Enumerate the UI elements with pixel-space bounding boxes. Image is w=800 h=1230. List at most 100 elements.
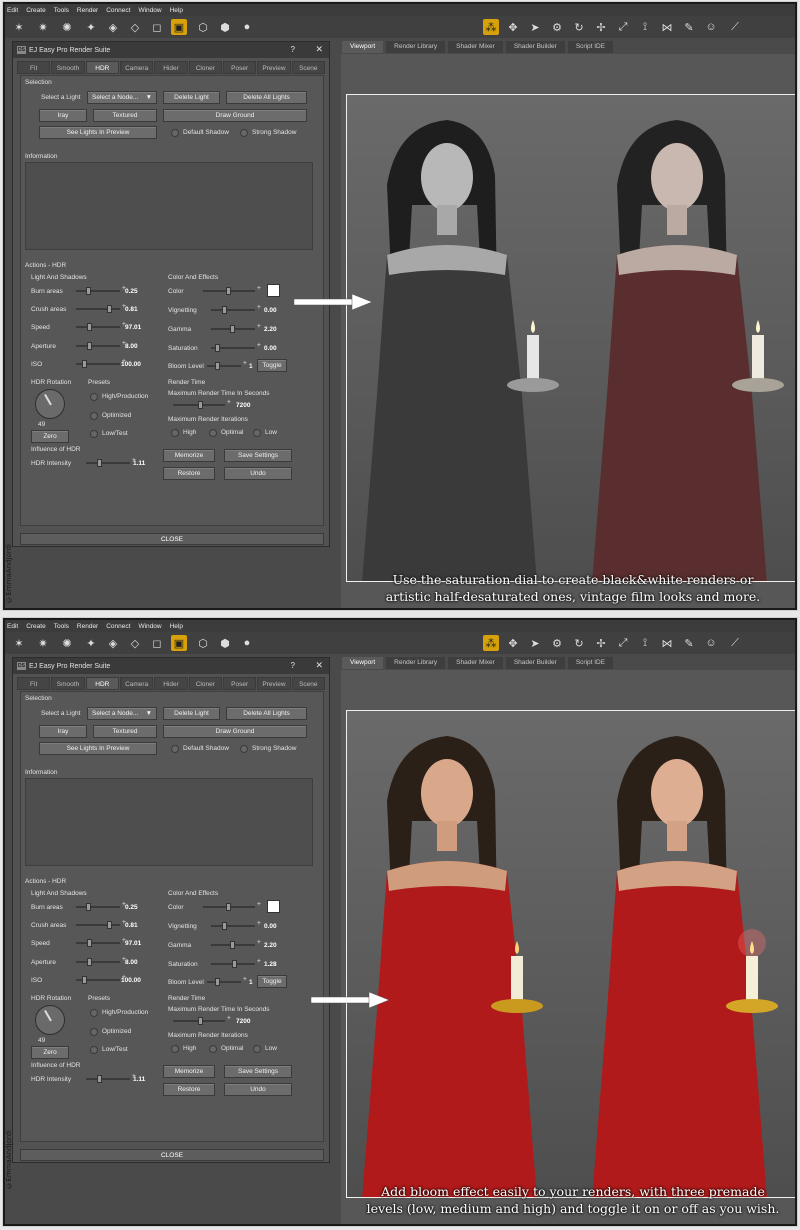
gamma-slider[interactable]: + [211, 939, 261, 949]
measure-icon[interactable]: ⟋ [727, 19, 743, 35]
tab-poser[interactable]: Poser [222, 61, 257, 74]
iray-button[interactable]: Iray [39, 725, 87, 738]
hdr-intensity-slider[interactable]: + [86, 1073, 136, 1083]
menu-tools[interactable]: Tools [54, 7, 69, 14]
viewport[interactable]: Use the saturation dial to create black&… [294, 54, 795, 608]
tab-fit[interactable]: Fit [17, 677, 51, 690]
tab-render-library[interactable]: Render Library [386, 41, 446, 53]
viewport-2[interactable]: Add bloom effect easily to your renders,… [311, 670, 795, 1224]
universal-tool-icon[interactable]: ✥ [505, 19, 521, 35]
menu-window-2[interactable]: Window [138, 623, 161, 630]
tab-viewport[interactable]: Viewport [342, 657, 384, 669]
tab-script-ide[interactable]: Script IDE [567, 41, 614, 53]
close-icon[interactable]: ✕ [315, 44, 323, 55]
hdr-rotation-dial[interactable] [35, 1005, 65, 1035]
default-shadow-radio[interactable] [171, 129, 179, 137]
figure-icon[interactable]: ☺ [703, 19, 719, 35]
cube-icon[interactable]: ◇ [127, 19, 143, 35]
translate-icon[interactable]: ✢ [593, 19, 609, 35]
morph-icon[interactable]: ✎ [681, 19, 697, 35]
speed-slider[interactable]: + [76, 937, 126, 947]
preset-optimized-radio[interactable] [90, 412, 98, 420]
see-lights-button[interactable]: See Lights In Preview [39, 126, 157, 139]
menu-tools-2[interactable]: Tools [54, 623, 69, 630]
sphere-icon[interactable]: ● [239, 635, 255, 651]
zero-button[interactable]: Zero [31, 1046, 69, 1059]
select-node-dropdown[interactable]: Select a Node... ▼ [87, 91, 157, 104]
sun-icon[interactable]: ✺ [59, 635, 75, 651]
grid-cube-icon[interactable]: ⬢ [217, 635, 233, 651]
memorize-button[interactable]: Memorize [163, 1065, 215, 1078]
color-swatch[interactable] [267, 284, 280, 297]
cube-outline-icon[interactable]: ◻ [149, 635, 165, 651]
saturation-slider[interactable]: + [211, 342, 261, 352]
ds-plugin-icon[interactable]: ▣ [171, 635, 187, 651]
figure-icon[interactable]: ☺ [703, 635, 719, 651]
tab-cloner[interactable]: Cloner [188, 677, 222, 690]
measure-icon[interactable]: ⟋ [727, 635, 743, 651]
menu-edit-2[interactable]: Edit [7, 623, 18, 630]
iter-optimal-radio[interactable] [209, 429, 217, 437]
help-icon[interactable]: ? [291, 661, 295, 670]
pointer-icon[interactable]: ➤ [527, 19, 543, 35]
sphere-icon[interactable]: ● [239, 19, 255, 35]
textured-button[interactable]: Textured [93, 725, 157, 738]
draw-ground-button[interactable]: Draw Ground [163, 725, 307, 738]
tab-hider[interactable]: Hider [154, 677, 188, 690]
menu-connect-2[interactable]: Connect [106, 623, 130, 630]
menu-help-2[interactable]: Help [170, 623, 183, 630]
menu-edit[interactable]: Edit [7, 7, 18, 14]
cube-outline-icon[interactable]: ◻ [149, 19, 165, 35]
iter-high-radio[interactable] [171, 1045, 179, 1053]
tab-scene[interactable]: Scene [291, 677, 325, 690]
strong-shadow-radio[interactable] [240, 745, 248, 753]
delete-light-button[interactable]: Delete Light [163, 91, 220, 104]
tab-shader-builder[interactable]: Shader Builder [505, 657, 565, 669]
universal-tool-icon[interactable]: ✥ [505, 635, 521, 651]
zero-button[interactable]: Zero [31, 430, 69, 443]
tab-poser[interactable]: Poser [222, 677, 257, 690]
wand-icon[interactable]: ✶ [11, 19, 27, 35]
restore-button[interactable]: Restore [163, 467, 215, 480]
iray-button[interactable]: Iray [39, 109, 87, 122]
undo-button[interactable]: Undo [224, 467, 292, 480]
strong-shadow-radio[interactable] [240, 129, 248, 137]
vignetting-slider[interactable]: + [211, 920, 261, 930]
tab-fit[interactable]: Fit [17, 61, 51, 74]
cube-light-icon[interactable]: ◈ [105, 635, 121, 651]
preset-high-radio[interactable] [90, 393, 98, 401]
hdr-intensity-slider[interactable]: + [86, 457, 136, 467]
iter-high-radio[interactable] [171, 429, 179, 437]
translate-icon[interactable]: ✢ [593, 635, 609, 651]
cube-add-icon[interactable]: ⬡ [195, 19, 211, 35]
tab-smooth[interactable]: Smooth [51, 61, 85, 74]
menu-window[interactable]: Window [138, 7, 161, 14]
aperture-slider[interactable]: + [76, 956, 126, 966]
pose-tool-icon[interactable]: ⚙ [549, 19, 565, 35]
rotate-icon[interactable]: ↻ [571, 19, 587, 35]
see-lights-button[interactable]: See Lights In Preview [39, 742, 157, 755]
gamma-slider[interactable]: + [211, 323, 261, 333]
grid-cube-icon[interactable]: ⬢ [217, 19, 233, 35]
bloom-level-slider[interactable]: + [207, 976, 247, 986]
close-button[interactable]: CLOSE [20, 533, 324, 545]
hdr-rotation-dial[interactable] [35, 389, 65, 419]
cube-icon[interactable]: ◇ [127, 635, 143, 651]
node-tool-icon[interactable]: ⁂ [483, 19, 499, 35]
joint-icon[interactable]: ⟟ [637, 19, 653, 35]
bloom-level-slider[interactable]: + [207, 360, 247, 370]
tab-cloner[interactable]: Cloner [188, 61, 222, 74]
burn-areas-slider[interactable]: + [76, 901, 126, 911]
delete-all-lights-button[interactable]: Delete All Lights [226, 91, 307, 104]
iter-low-radio[interactable] [253, 429, 261, 437]
rotate-icon[interactable]: ↻ [571, 635, 587, 651]
tab-camera[interactable]: Camera [119, 677, 154, 690]
node-tool-icon[interactable]: ⁂ [483, 635, 499, 651]
geometry-icon[interactable]: ⋈ [659, 635, 675, 651]
tab-preview[interactable]: Preview [257, 677, 291, 690]
delete-all-lights-button[interactable]: Delete All Lights [226, 707, 307, 720]
iso-slider[interactable]: + [76, 974, 126, 984]
scale-icon[interactable]: ⤢ [615, 19, 631, 35]
tab-scene[interactable]: Scene [291, 61, 325, 74]
select-node-dropdown[interactable]: Select a Node... ▼ [87, 707, 157, 720]
